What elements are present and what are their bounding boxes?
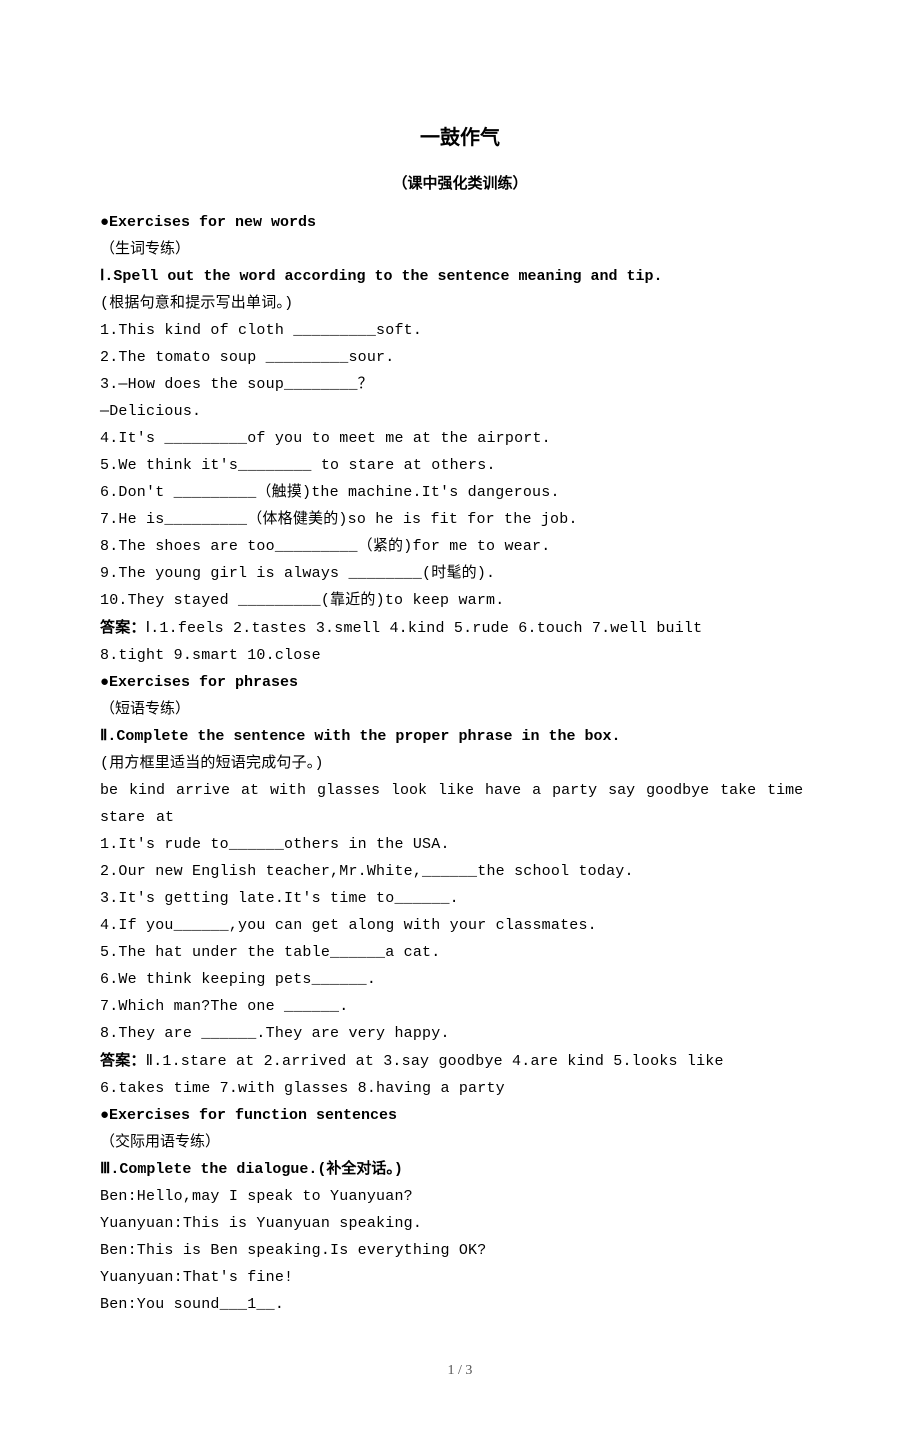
s2-q6: 6.We think keeping pets______. — [100, 966, 820, 993]
dialogue-line-1: Ben:Hello,may I speak to Yuanyuan? — [100, 1183, 820, 1210]
s2-q4: 4.If you______,you can get along with yo… — [100, 912, 820, 939]
answer-label: 答案： — [100, 619, 146, 636]
phrase-box-line1: be kind arrive at with glasses look like… — [100, 777, 820, 804]
section1-heading: ●Exercises for new words — [100, 209, 820, 236]
phrase-box-line2: stare at — [100, 804, 820, 831]
section2-note: （短语专练） — [100, 696, 820, 723]
document-page: 一鼓作气 （课中强化类训练） ●Exercises for new words … — [0, 0, 920, 1443]
section1-note: （生词专练） — [100, 236, 820, 263]
s2-q7: 7.Which man?The one ______. — [100, 993, 820, 1020]
s1-answers-line2: 8.tight 9.smart 10.close — [100, 642, 820, 669]
dialogue-line-4: Yuanyuan:That's fine! — [100, 1264, 820, 1291]
section2-instruction: Ⅱ.Complete the sentence with the proper … — [100, 723, 820, 750]
answer-label: 答案： — [100, 1052, 146, 1069]
s1-q3b: —Delicious. — [100, 398, 820, 425]
page-title: 一鼓作气 — [100, 120, 820, 156]
page-subtitle: （课中强化类训练） — [100, 170, 820, 197]
section3-heading: ●Exercises for function sentences — [100, 1102, 820, 1129]
s2-answers-line2: 6.takes time 7.with glasses 8.having a p… — [100, 1075, 820, 1102]
s1-answers-line1: 答案：Ⅰ.1.feels 2.tastes 3.smell 4.kind 5.r… — [100, 614, 820, 642]
s1-q5: 5.We think it's________ to stare at othe… — [100, 452, 820, 479]
s2-answers-text1: Ⅱ.1.stare at 2.arrived at 3.say goodbye … — [146, 1053, 724, 1070]
s1-q3a: 3.—How does the soup________？ — [100, 371, 820, 398]
s1-q9: 9.The young girl is always ________(时髦的)… — [100, 560, 820, 587]
s2-q8: 8.They are ______.They are very happy. — [100, 1020, 820, 1047]
section3-note: （交际用语专练） — [100, 1129, 820, 1156]
s2-q2: 2.Our new English teacher,Mr.White,_____… — [100, 858, 820, 885]
section1-instruction-cn: (根据句意和提示写出单词。) — [100, 290, 820, 317]
s1-answers-text1: Ⅰ.1.feels 2.tastes 3.smell 4.kind 5.rude… — [146, 620, 703, 637]
s2-q1: 1.It's rude to______others in the USA. — [100, 831, 820, 858]
s1-q2: 2.The tomato soup _________sour. — [100, 344, 820, 371]
section2-instruction-cn: (用方框里适当的短语完成句子。) — [100, 750, 820, 777]
section2-heading: ●Exercises for phrases — [100, 669, 820, 696]
dialogue-line-3: Ben:This is Ben speaking.Is everything O… — [100, 1237, 820, 1264]
dialogue-line-2: Yuanyuan:This is Yuanyuan speaking. — [100, 1210, 820, 1237]
dialogue-line-5: Ben:You sound___1__. — [100, 1291, 820, 1318]
s1-q4: 4.It's _________of you to meet me at the… — [100, 425, 820, 452]
page-number: 1 / 3 — [100, 1358, 820, 1383]
s2-q5: 5.The hat under the table______a cat. — [100, 939, 820, 966]
s2-answers-line1: 答案：Ⅱ.1.stare at 2.arrived at 3.say goodb… — [100, 1047, 820, 1075]
s2-q3: 3.It's getting late.It's time to______. — [100, 885, 820, 912]
section1-instruction: Ⅰ.Spell out the word according to the se… — [100, 263, 820, 290]
section3-instruction: Ⅲ.Complete the dialogue.(补全对话。) — [100, 1156, 820, 1183]
s1-q8: 8.The shoes are too_________（紧的)for me t… — [100, 533, 820, 560]
s1-q1: 1.This kind of cloth _________soft. — [100, 317, 820, 344]
s1-q10: 10.They stayed _________(靠近的)to keep war… — [100, 587, 820, 614]
s1-q7: 7.He is_________（体格健美的)so he is fit for … — [100, 506, 820, 533]
s1-q6: 6.Don't _________（触摸)the machine.It's da… — [100, 479, 820, 506]
